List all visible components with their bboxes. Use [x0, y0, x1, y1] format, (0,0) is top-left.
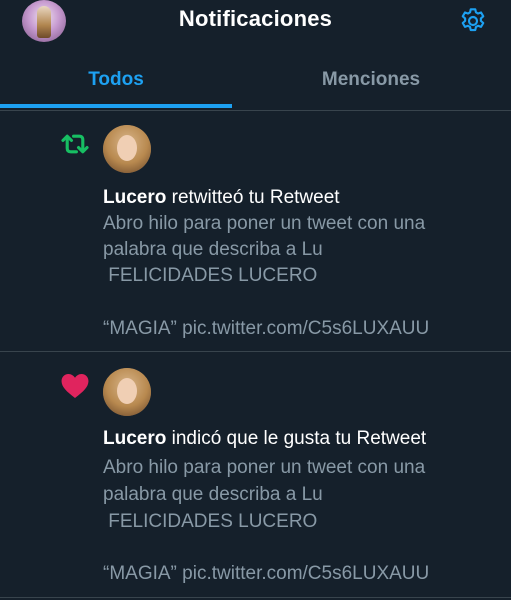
retweet-icon: [58, 127, 92, 161]
notification-action: retwitteó tu Retweet: [166, 187, 340, 208]
notification-action: indicó que le gusta tu Retweet: [166, 428, 427, 449]
tweet-text-line: Abro hilo para poner un tweet con una: [103, 213, 426, 234]
user-name[interactable]: Lucero: [103, 187, 166, 208]
avatar-face: [117, 135, 137, 161]
tweet-link-line[interactable]: “MAGIA” pic.twitter.com/C5s6LUXAUU: [103, 562, 429, 586]
tweet-text-line: palabra que describa a Lu: [103, 239, 323, 260]
notification-item[interactable]: Lucero retwitteó tu Retweet Abro hilo pa…: [0, 111, 511, 351]
active-tab-indicator: [0, 104, 232, 108]
avatar-face: [117, 378, 137, 404]
notification-tabs: Todos Menciones: [0, 58, 511, 110]
avatar[interactable]: [103, 125, 151, 173]
tweet-link-line[interactable]: “MAGIA” pic.twitter.com/C5s6LUXAUU: [103, 317, 429, 341]
tweet-text-line: palabra que describa a Lu: [103, 484, 323, 505]
top-bar: Notificaciones: [0, 0, 511, 42]
avatar[interactable]: [103, 368, 151, 416]
gear-icon: [461, 8, 485, 32]
tab-menciones[interactable]: Menciones: [256, 58, 486, 104]
tweet-text-line: FELICIDADES LUCERO: [103, 265, 318, 286]
tweet-text-line: FELICIDADES LUCERO: [103, 511, 318, 532]
notification-headline: Lucero retwitteó tu Retweet: [103, 186, 340, 210]
user-name[interactable]: Lucero: [103, 428, 166, 449]
notification-headline: Lucero indicó que le gusta tu Retweet: [103, 427, 426, 451]
tab-todos[interactable]: Todos: [0, 58, 232, 104]
settings-gear-icon[interactable]: [457, 5, 489, 37]
notification-divider: [0, 597, 511, 598]
page-title: Notificaciones: [178, 6, 333, 31]
tweet-text-line: Abro hilo para poner un tweet con una: [103, 457, 426, 478]
notification-item[interactable]: Lucero indicó que le gusta tu Retweet Ab…: [0, 352, 511, 597]
heart-icon: [58, 368, 92, 402]
